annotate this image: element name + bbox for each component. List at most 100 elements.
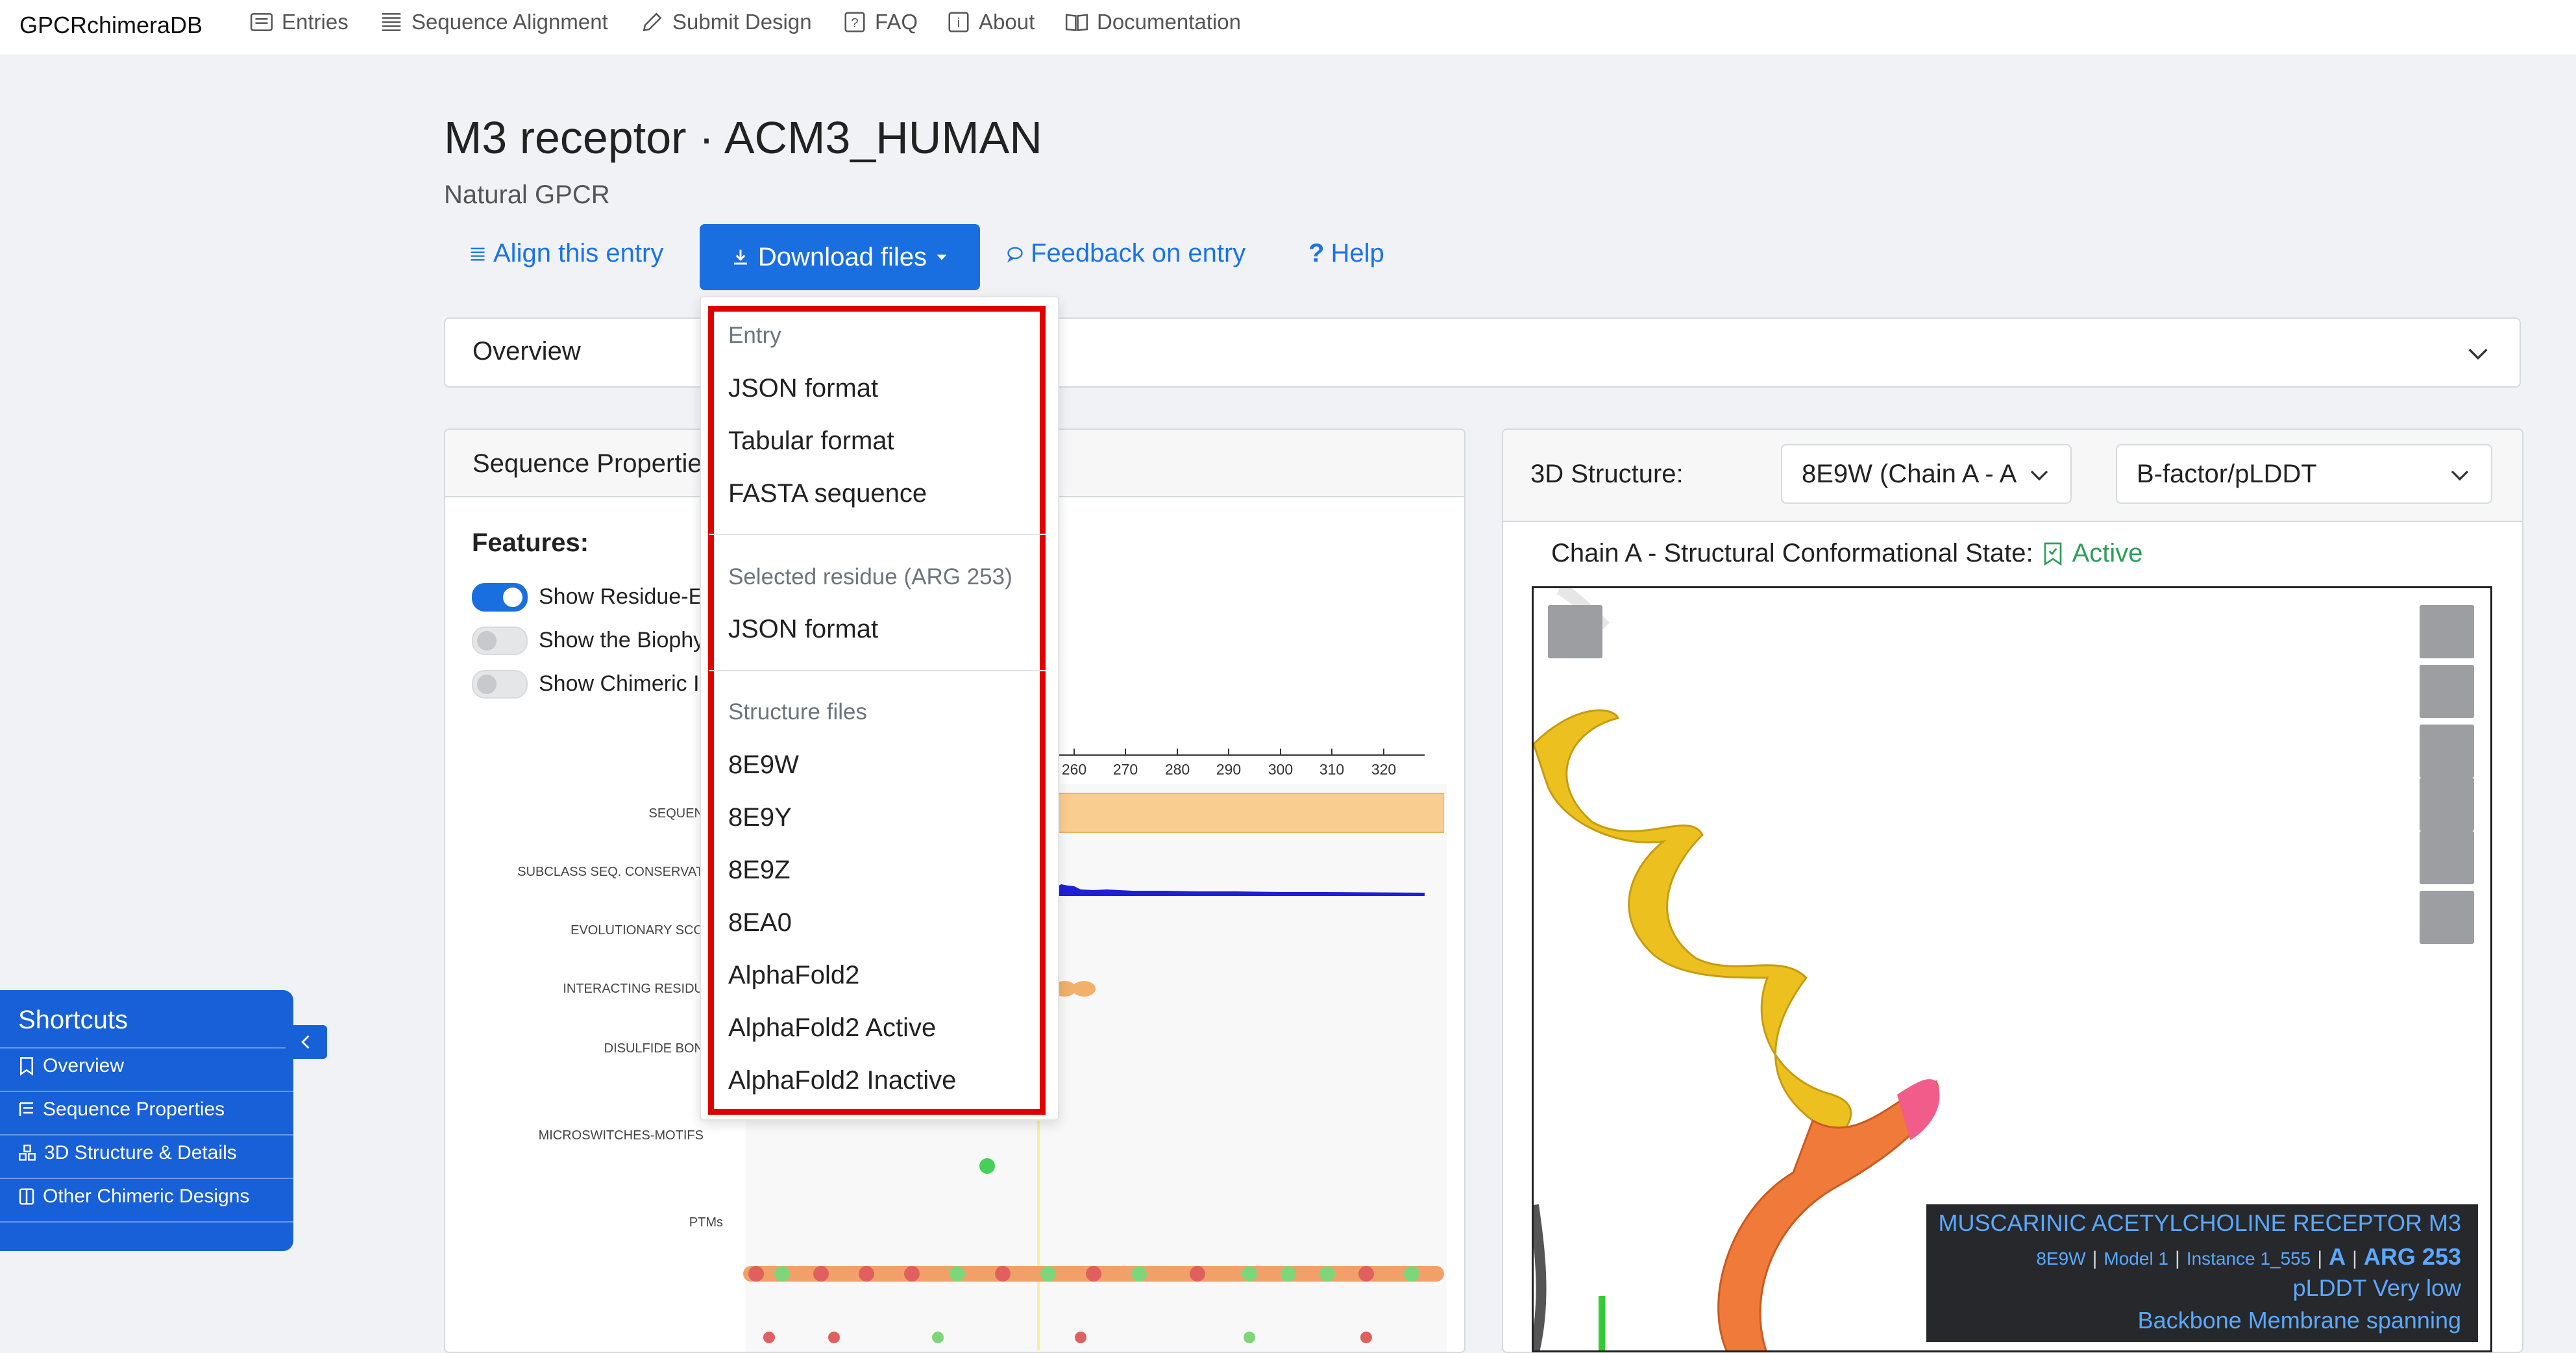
ptm-markers bbox=[743, 1266, 1444, 1343]
list-icon bbox=[250, 13, 273, 31]
toggle-chimeric[interactable] bbox=[472, 670, 528, 699]
target-icon[interactable] bbox=[2420, 665, 2474, 718]
shortcut-sequence-properties[interactable]: Sequence Properties bbox=[18, 1099, 225, 1121]
nav-faq-label: FAQ bbox=[875, 10, 918, 34]
nav-documentation-label: Documentation bbox=[1097, 10, 1241, 34]
shortcut-other-chimeric[interactable]: Other Chimeric Designs bbox=[18, 1185, 249, 1208]
axis-ticks bbox=[1073, 749, 1384, 755]
conformational-state-row: Chain A - Structural Conformational Stat… bbox=[1551, 539, 2143, 568]
nav-faq[interactable]: ? FAQ bbox=[842, 10, 918, 34]
list-icon bbox=[471, 247, 485, 260]
download-files-label: Download files bbox=[757, 242, 927, 271]
svg-text:i: i bbox=[957, 16, 961, 31]
track-label-ptms: PTMs bbox=[689, 1215, 723, 1230]
nav-submit-design[interactable]: Submit Design bbox=[640, 10, 812, 34]
nav-about[interactable]: i About bbox=[946, 10, 1035, 34]
color-scheme-select-value: B-factor/pLDDT bbox=[2137, 459, 2317, 488]
dropdown-structure-8e9y[interactable]: 8E9Y bbox=[728, 803, 792, 832]
dropdown-structure-8e9w[interactable]: 8E9W bbox=[728, 751, 799, 780]
interacting-residue-marker bbox=[1072, 981, 1096, 997]
list-tree-icon bbox=[19, 1102, 33, 1116]
toggle-biophysical-label: Show the Biophy bbox=[539, 628, 705, 652]
dropdown-entry-fasta[interactable]: FASTA sequence bbox=[728, 479, 927, 508]
shortcut-overview[interactable]: Overview bbox=[18, 1055, 124, 1077]
svg-text:?: ? bbox=[851, 16, 858, 31]
dropdown-entry-tabular[interactable]: Tabular format bbox=[728, 427, 894, 456]
info-pdb: 8E9W bbox=[2036, 1248, 2086, 1269]
brand-logo[interactable]: GPCRchimeraDB bbox=[19, 12, 202, 39]
info-icon: i bbox=[948, 12, 969, 32]
fullscreen-icon[interactable] bbox=[2420, 778, 2474, 831]
align-entry-label: Align this entry bbox=[493, 239, 664, 267]
dropdown-header-selected-residue: Selected residue (ARG 253) bbox=[728, 564, 1012, 590]
top-navbar: GPCRchimeraDB Entries Sequence Alignment… bbox=[0, 0, 2576, 55]
tick-label-320: 320 bbox=[1371, 761, 1396, 778]
chevron-down-icon[interactable] bbox=[2465, 341, 2491, 367]
track-label-disulfide: DISULFIDE BON bbox=[604, 1041, 704, 1056]
chevron-left-icon bbox=[301, 1035, 310, 1049]
nav-sequence-alignment-label: Sequence Alignment bbox=[411, 10, 608, 34]
shortcut-other-chimeric-label: Other Chimeric Designs bbox=[43, 1185, 250, 1207]
info-residue: ARG 253 bbox=[2363, 1243, 2461, 1270]
toggle-biophysical[interactable] bbox=[472, 627, 528, 655]
chevron-down-icon bbox=[2030, 470, 2048, 481]
conformational-state-label: Chain A - Structural Conformational Stat… bbox=[1551, 539, 2033, 567]
feedback-button[interactable]: Feedback on entry bbox=[1006, 239, 1245, 268]
track-label-conservation: SUBCLASS SEQ. CONSERVAT bbox=[517, 865, 704, 879]
bookmark-check-icon bbox=[2044, 542, 2061, 565]
nav-entries[interactable]: Entries bbox=[249, 10, 349, 34]
camera-icon[interactable] bbox=[1548, 605, 1602, 658]
nav-entries-label: Entries bbox=[282, 10, 349, 34]
chat-icon bbox=[1007, 247, 1023, 263]
shortcut-3d-structure[interactable]: 3D Structure & Details bbox=[18, 1142, 237, 1164]
tick-label-310: 310 bbox=[1319, 761, 1344, 778]
structure-select-value: 8E9W (Chain A - A bbox=[1802, 459, 2017, 488]
nav-about-label: About bbox=[979, 10, 1035, 34]
toggle-residue-e[interactable] bbox=[472, 583, 528, 612]
info-chain: A bbox=[2329, 1243, 2346, 1270]
download-icon bbox=[733, 249, 747, 265]
tick-label-270: 270 bbox=[1113, 761, 1138, 778]
track-label-sequence: SEQUEN bbox=[648, 806, 704, 821]
alignment-icon bbox=[382, 13, 401, 31]
align-entry-button[interactable]: Align this entry bbox=[469, 239, 663, 268]
help-button[interactable]: ? Help bbox=[1308, 239, 1384, 268]
info-instance: Instance 1_555 bbox=[2186, 1248, 2311, 1269]
dropdown-divider bbox=[709, 670, 1046, 671]
help-label: Help bbox=[1331, 239, 1384, 267]
track-label-evolutionary: EVOLUTIONARY SCO bbox=[570, 923, 704, 937]
dropdown-structure-8ea0[interactable]: 8EA0 bbox=[728, 908, 792, 937]
dropdown-structure-8e9z[interactable]: 8E9Z bbox=[728, 856, 791, 885]
conformational-state-value: Active bbox=[2072, 539, 2143, 567]
tick-label-290: 290 bbox=[1216, 761, 1241, 778]
pointer-icon[interactable] bbox=[2420, 891, 2474, 944]
collapse-shortcuts-button[interactable] bbox=[286, 1025, 327, 1059]
residue-info-panel: MUSCARINIC ACETYLCHOLINE RECEPTOR M3 8E9… bbox=[1926, 1204, 2478, 1342]
columns-icon bbox=[19, 1188, 34, 1205]
tick-label-280: 280 bbox=[1165, 761, 1190, 778]
bookmark-icon bbox=[20, 1057, 33, 1076]
structure-select[interactable]: 8E9W (Chain A - A bbox=[1781, 444, 2072, 504]
dropdown-structure-alphafold2-active[interactable]: AlphaFold2 Active bbox=[728, 1013, 936, 1043]
nav-documentation[interactable]: Documentation bbox=[1064, 10, 1241, 34]
caret-down-icon bbox=[937, 254, 947, 260]
feedback-label: Feedback on entry bbox=[1031, 239, 1246, 267]
dropdown-structure-alphafold2-inactive[interactable]: AlphaFold2 Inactive bbox=[728, 1066, 956, 1095]
conservation-plot bbox=[1055, 884, 1425, 896]
wrench-icon[interactable] bbox=[2420, 725, 2474, 778]
reset-icon[interactable] bbox=[2420, 605, 2474, 658]
color-scheme-select[interactable]: B-factor/pLDDT bbox=[2116, 444, 2492, 504]
toggle-residue-e-label: Show Residue-E bbox=[539, 584, 704, 609]
download-files-button[interactable]: Download files bbox=[700, 224, 980, 290]
settings-sliders-icon[interactable] bbox=[2420, 831, 2474, 884]
sequence-properties-title: Sequence Propertie bbox=[472, 449, 702, 478]
dropdown-entry-json[interactable]: JSON format bbox=[728, 374, 878, 403]
shortcut-overview-label: Overview bbox=[43, 1055, 125, 1076]
shortcut-sequence-properties-label: Sequence Properties bbox=[43, 1099, 225, 1120]
nav-sequence-alignment[interactable]: Sequence Alignment bbox=[379, 10, 608, 34]
structure-label: 3D Structure: bbox=[1530, 460, 1684, 488]
dropdown-residue-json[interactable]: JSON format bbox=[728, 615, 878, 644]
tick-label-260: 260 bbox=[1062, 761, 1086, 778]
dropdown-structure-alphafold2[interactable]: AlphaFold2 bbox=[728, 961, 859, 990]
toggle-chimeric-label: Show Chimeric I bbox=[539, 671, 700, 696]
